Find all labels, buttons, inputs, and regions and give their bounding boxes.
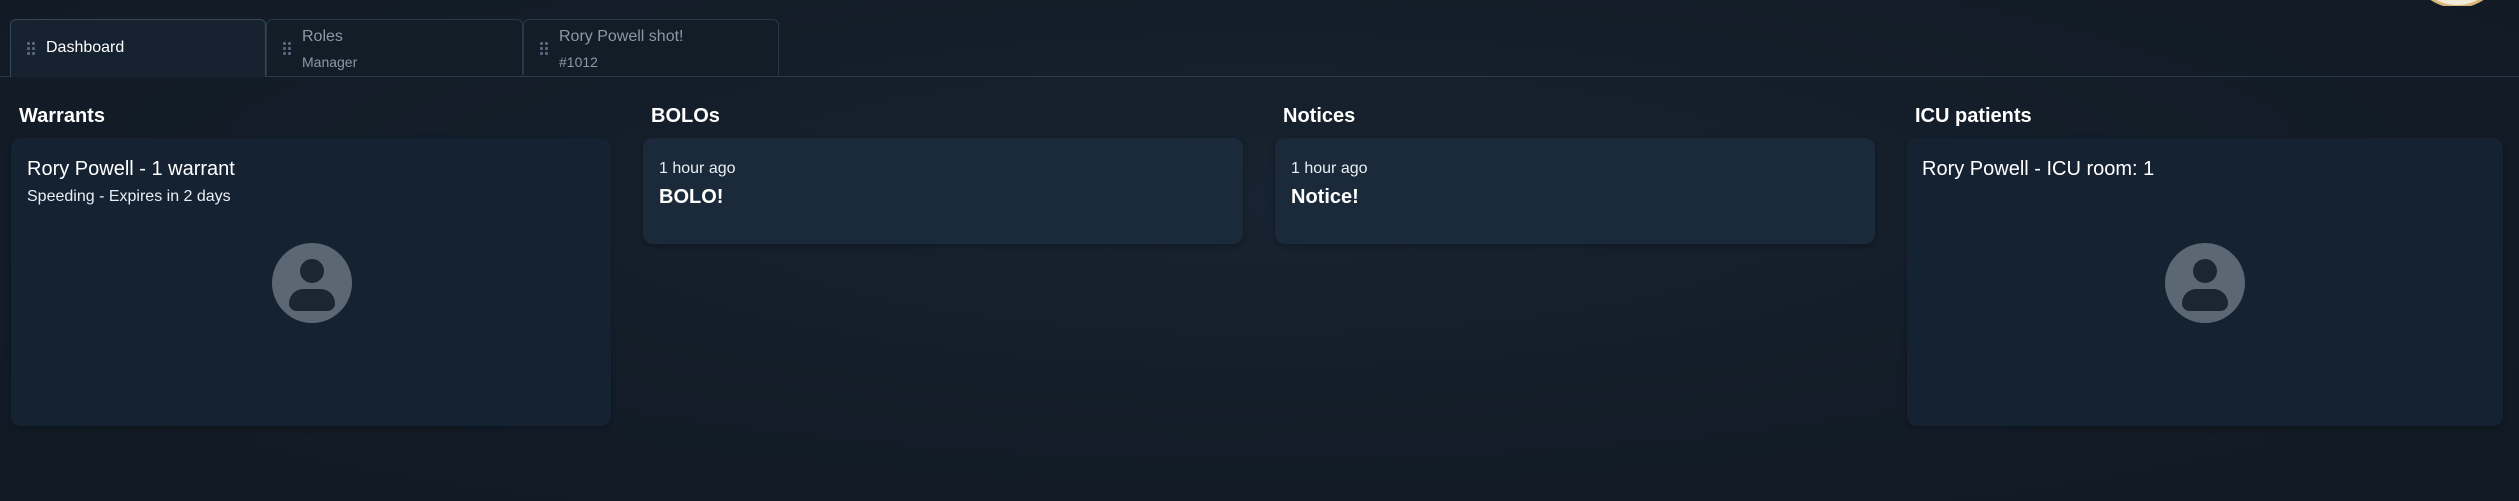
drag-handle-icon[interactable] [27, 42, 35, 55]
warrant-card[interactable]: Rory Powell - 1 warrant Speeding - Expir… [11, 138, 611, 426]
drag-handle-icon[interactable] [283, 42, 291, 55]
tab-subtitle: Manager [302, 54, 358, 70]
tab-bar: Dashboard Roles Manager Rory Powell shot… [0, 0, 2519, 77]
user-avatar[interactable] [2405, 0, 2509, 6]
warrant-title: Rory Powell - 1 warrant [27, 158, 235, 180]
icu-patient-title: Rory Powell - ICU room: 1 [1922, 158, 2155, 180]
drag-handle-icon[interactable] [540, 42, 548, 55]
bolo-card[interactable]: 1 hour ago BOLO! [643, 138, 1243, 244]
user-placeholder-icon [272, 243, 352, 323]
warrants-section: Warrants Rory Powell - 1 warrant Speedin… [11, 103, 619, 426]
bolo-text: BOLO! [659, 186, 724, 208]
section-heading: Warrants [19, 105, 105, 127]
tab-dashboard[interactable]: Dashboard [10, 19, 266, 77]
avatar-image [2409, 0, 2505, 6]
tab-title: Roles [302, 28, 343, 45]
section-heading: BOLOs [651, 105, 720, 127]
app-root: Dashboard Roles Manager Rory Powell shot… [0, 0, 2519, 501]
tab-subtitle: #1012 [559, 54, 598, 70]
tab-rory-powell-shot[interactable]: Rory Powell shot! #1012 [523, 19, 779, 75]
notice-time: 1 hour ago [1291, 160, 1368, 177]
user-placeholder-icon [2165, 243, 2245, 323]
bolos-section: BOLOs 1 hour ago BOLO! [643, 103, 1251, 244]
tab-roles[interactable]: Roles Manager [266, 19, 523, 75]
tab-title: Dashboard [46, 39, 125, 56]
icu-section: ICU patients Rory Powell - ICU room: 1 [1907, 103, 2515, 426]
notice-card[interactable]: 1 hour ago Notice! [1275, 138, 1875, 244]
icu-patient-card[interactable]: Rory Powell - ICU room: 1 [1907, 138, 2503, 426]
notice-text: Notice! [1291, 186, 1359, 208]
section-heading: ICU patients [1915, 105, 2032, 127]
warrant-details: Speeding - Expires in 2 days [27, 188, 231, 205]
notices-section: Notices 1 hour ago Notice! [1275, 103, 1883, 244]
section-heading: Notices [1283, 105, 1356, 127]
bolo-time: 1 hour ago [659, 160, 736, 177]
tab-title: Rory Powell shot! [559, 28, 684, 45]
